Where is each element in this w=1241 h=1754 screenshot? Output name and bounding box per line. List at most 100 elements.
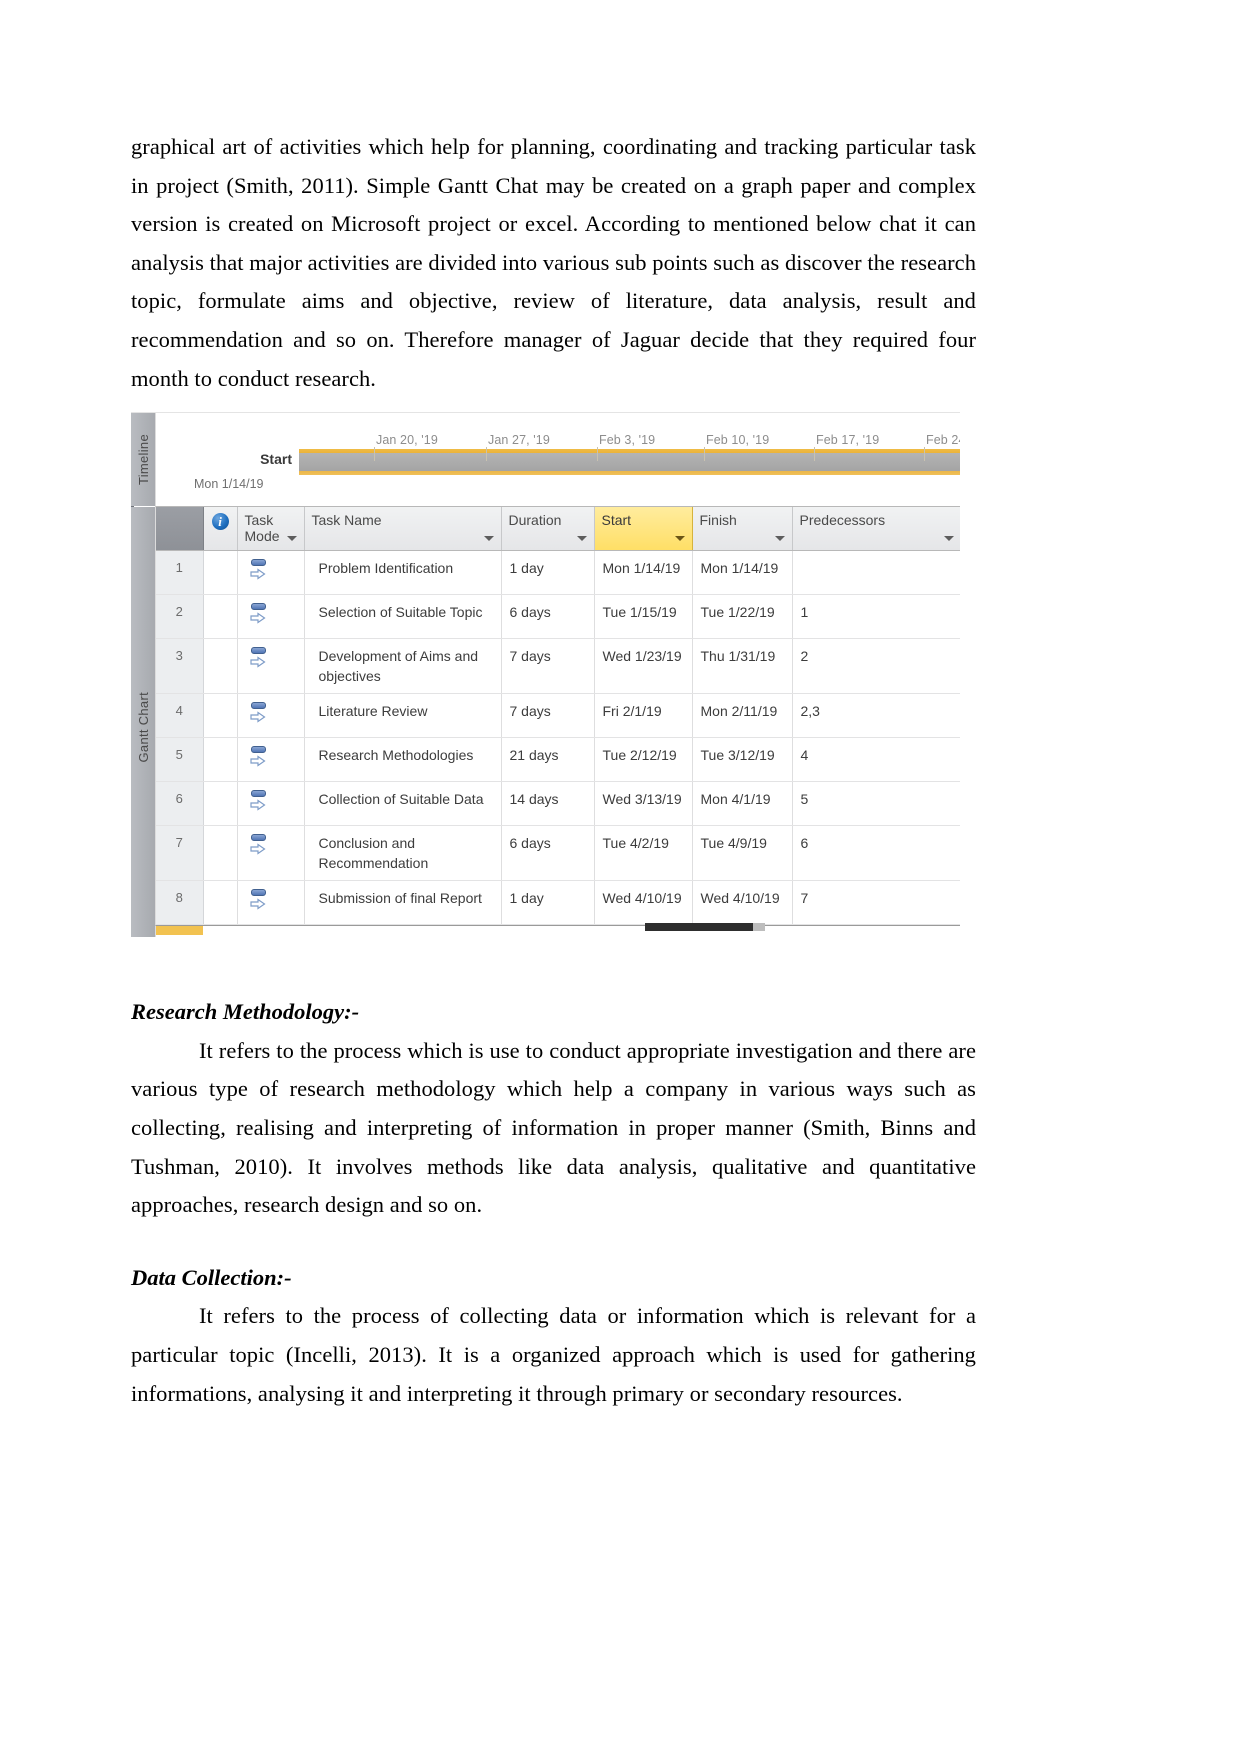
row-indicator[interactable] bbox=[203, 880, 238, 926]
row-task-name[interactable]: Problem Identification bbox=[304, 550, 502, 596]
chevron-down-icon[interactable] bbox=[943, 536, 954, 542]
column-header-start[interactable]: Start bbox=[593, 507, 693, 552]
row-id[interactable]: 7 bbox=[156, 825, 204, 882]
row-task-mode[interactable] bbox=[237, 781, 305, 827]
row-predecessors[interactable]: 2,3 bbox=[792, 693, 960, 739]
row-task-mode[interactable] bbox=[237, 737, 305, 783]
row-id[interactable]: 8 bbox=[156, 880, 204, 926]
row-task-mode[interactable] bbox=[237, 825, 305, 882]
horizontal-scrollbar-track[interactable] bbox=[753, 923, 765, 932]
row-start[interactable]: Wed 4/10/19 bbox=[594, 880, 693, 926]
row-indicator[interactable] bbox=[203, 825, 238, 882]
row-predecessors[interactable]: 4 bbox=[792, 737, 960, 783]
select-all-corner[interactable] bbox=[156, 507, 204, 552]
gantt-grid-pane[interactable]: i Task Mode Task Name Duration Start Fin… bbox=[155, 506, 960, 926]
row-task-mode[interactable] bbox=[237, 638, 305, 695]
row-duration[interactable]: 7 days bbox=[501, 693, 595, 739]
row-task-mode[interactable] bbox=[237, 550, 305, 596]
row-id[interactable]: 4 bbox=[156, 693, 204, 739]
row-task-name[interactable]: Collection of Suitable Data bbox=[304, 781, 502, 827]
row-id[interactable]: 6 bbox=[156, 781, 204, 827]
row-task-name[interactable]: Literature Review bbox=[304, 693, 502, 739]
row-duration[interactable]: 14 days bbox=[501, 781, 595, 827]
row-predecessors[interactable]: 7 bbox=[792, 880, 960, 926]
chevron-down-icon[interactable] bbox=[674, 536, 685, 542]
row-indicator[interactable] bbox=[203, 594, 238, 640]
table-row[interactable]: 5 Research Methodologies 21 days Tue 2/12/1… bbox=[156, 737, 960, 783]
row-finish[interactable]: Tue 4/9/19 bbox=[692, 825, 793, 882]
row-finish[interactable]: Thu 1/31/19 bbox=[692, 638, 793, 695]
column-header-duration[interactable]: Duration bbox=[501, 507, 595, 552]
row-duration[interactable]: 1 day bbox=[501, 550, 595, 596]
row-duration[interactable]: 7 days bbox=[501, 638, 595, 695]
row-predecessors[interactable]: 2 bbox=[792, 638, 960, 695]
row-start[interactable]: Mon 1/14/19 bbox=[594, 550, 693, 596]
auto-schedule-icon[interactable] bbox=[249, 745, 271, 769]
row-predecessors[interactable]: 1 bbox=[792, 594, 960, 640]
row-indicator[interactable] bbox=[203, 737, 238, 783]
column-header-predecessors[interactable]: Predecessors bbox=[792, 507, 960, 552]
row-indicator[interactable] bbox=[203, 781, 238, 827]
chevron-down-icon[interactable] bbox=[483, 536, 494, 542]
auto-schedule-icon[interactable] bbox=[249, 646, 271, 670]
row-id[interactable]: 5 bbox=[156, 737, 204, 783]
row-start[interactable]: Tue 1/15/19 bbox=[594, 594, 693, 640]
table-row[interactable]: 8 Submission of final Report 1 day Wed 4/10… bbox=[156, 880, 960, 926]
row-finish[interactable]: Mon 4/1/19 bbox=[692, 781, 793, 827]
table-row[interactable]: 2 Selection of Suitable Topic 6 days Tue 1/… bbox=[156, 594, 960, 640]
row-task-name[interactable]: Development of Aims and objectives bbox=[304, 638, 502, 695]
row-duration[interactable]: 6 days bbox=[501, 825, 595, 882]
row-indicator[interactable] bbox=[203, 550, 238, 596]
gantt-chart-rail[interactable]: Gantt Chart bbox=[131, 507, 155, 938]
table-row[interactable]: 4 Literature Review 7 days Fri 2/1/19 Mon 2/… bbox=[156, 693, 960, 739]
row-id[interactable]: 3 bbox=[156, 638, 204, 695]
row-finish[interactable]: Tue 3/12/19 bbox=[692, 737, 793, 783]
row-duration[interactable]: 1 day bbox=[501, 880, 595, 926]
row-start[interactable]: Fri 2/1/19 bbox=[594, 693, 693, 739]
timeline-pane[interactable]: Jan 20, '19 Jan 27, '19 Feb 3, '19 Feb 10, … bbox=[155, 413, 960, 507]
row-task-mode[interactable] bbox=[237, 693, 305, 739]
row-duration[interactable]: 21 days bbox=[501, 737, 595, 783]
timeline-project-bar[interactable] bbox=[299, 449, 960, 476]
auto-schedule-icon[interactable] bbox=[249, 558, 271, 582]
row-id[interactable]: 1 bbox=[156, 550, 204, 596]
row-predecessors[interactable]: 6 bbox=[792, 825, 960, 882]
row-task-mode[interactable] bbox=[237, 880, 305, 926]
table-row[interactable]: 3 Development of Aims and objectives 7 day… bbox=[156, 638, 960, 695]
row-start[interactable]: Tue 4/2/19 bbox=[594, 825, 693, 882]
row-start[interactable]: Wed 3/13/19 bbox=[594, 781, 693, 827]
auto-schedule-icon[interactable] bbox=[249, 833, 271, 857]
auto-schedule-icon[interactable] bbox=[249, 602, 271, 626]
auto-schedule-icon[interactable] bbox=[249, 789, 271, 813]
row-task-name[interactable]: Submission of final Report bbox=[304, 880, 502, 926]
row-finish[interactable]: Mon 2/11/19 bbox=[692, 693, 793, 739]
table-row[interactable]: 1 Problem Identification 1 day Mon 1/14/19 M… bbox=[156, 550, 960, 596]
row-indicator[interactable] bbox=[203, 693, 238, 739]
row-start[interactable]: Wed 1/23/19 bbox=[594, 638, 693, 695]
row-task-name[interactable]: Research Methodologies bbox=[304, 737, 502, 783]
column-header-task-name[interactable]: Task Name bbox=[304, 507, 502, 552]
row-start[interactable]: Tue 2/12/19 bbox=[594, 737, 693, 783]
timeline-rail[interactable]: Timeline bbox=[131, 413, 155, 507]
horizontal-scrollbar[interactable] bbox=[645, 923, 753, 932]
row-finish[interactable]: Tue 1/22/19 bbox=[692, 594, 793, 640]
row-predecessors[interactable]: 5 bbox=[792, 781, 960, 827]
column-header-indicator[interactable]: i bbox=[203, 507, 238, 552]
row-indicator[interactable] bbox=[203, 638, 238, 695]
auto-schedule-icon[interactable] bbox=[249, 701, 271, 725]
table-row[interactable]: 6 Collection of Suitable Data 14 days Wed 3… bbox=[156, 781, 960, 827]
row-predecessors[interactable] bbox=[792, 550, 960, 596]
column-header-finish[interactable]: Finish bbox=[692, 507, 793, 552]
chevron-down-icon[interactable] bbox=[774, 536, 785, 542]
row-finish[interactable]: Wed 4/10/19 bbox=[692, 880, 793, 926]
row-task-name[interactable]: Selection of Suitable Topic bbox=[304, 594, 502, 640]
auto-schedule-icon[interactable] bbox=[249, 888, 271, 912]
row-finish[interactable]: Mon 1/14/19 bbox=[692, 550, 793, 596]
column-header-task-mode[interactable]: Task Mode bbox=[237, 507, 305, 552]
table-row[interactable]: 7 Conclusion and Recommendation 6 days Tue … bbox=[156, 825, 960, 882]
row-id[interactable]: 2 bbox=[156, 594, 204, 640]
chevron-down-icon[interactable] bbox=[576, 536, 587, 542]
row-task-name[interactable]: Conclusion and Recommendation bbox=[304, 825, 502, 882]
chevron-down-icon[interactable] bbox=[286, 536, 297, 542]
row-task-mode[interactable] bbox=[237, 594, 305, 640]
